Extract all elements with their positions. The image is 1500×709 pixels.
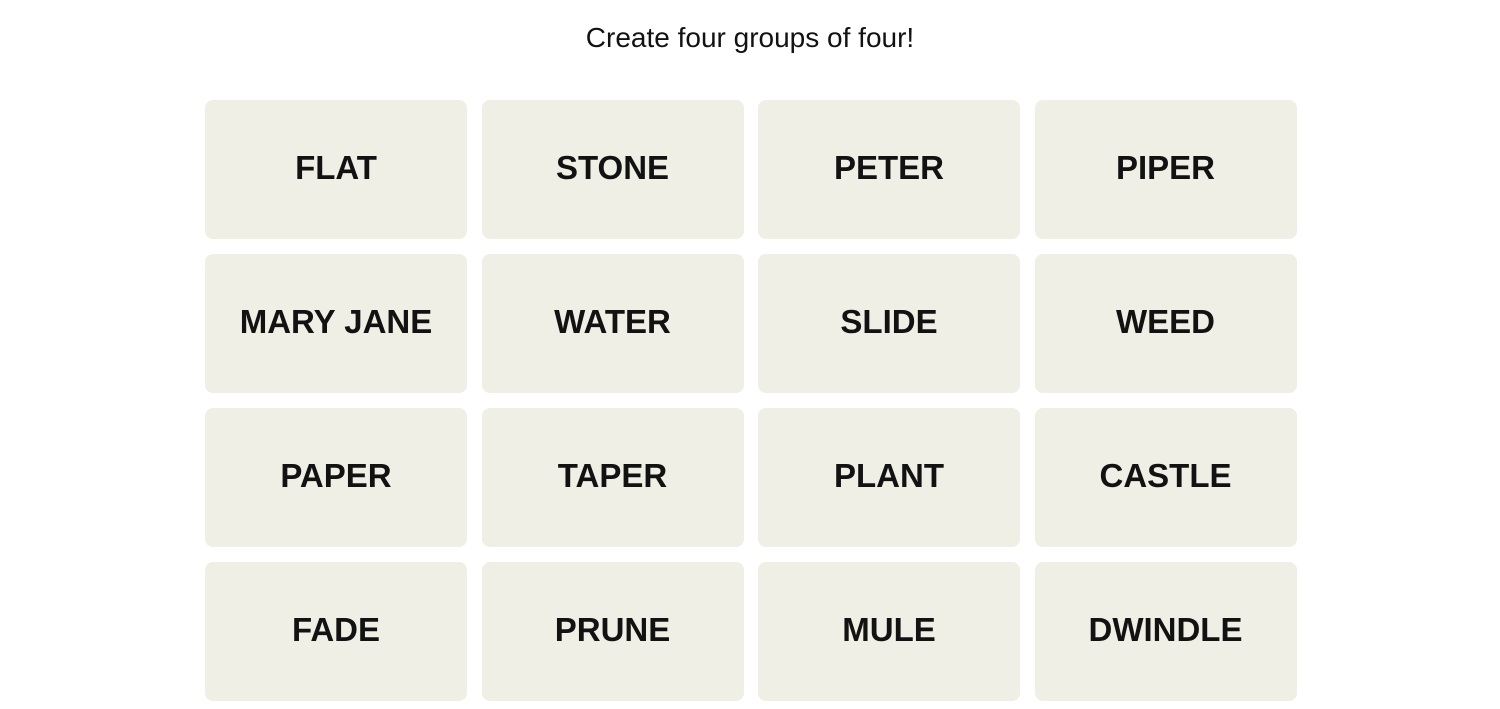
- word-tile[interactable]: DWINDLE: [1034, 562, 1297, 701]
- word-tile[interactable]: SLIDE: [758, 254, 1020, 393]
- word-tile[interactable]: PIPER: [1034, 100, 1297, 239]
- word-grid: FLAT STONE PETER PIPER MARY JANE WATER S…: [205, 100, 1297, 701]
- word-tile[interactable]: WATER: [481, 254, 744, 393]
- word-tile[interactable]: PRUNE: [481, 562, 744, 701]
- word-tile[interactable]: MULE: [758, 562, 1020, 701]
- word-tile[interactable]: WEED: [1034, 254, 1297, 393]
- word-tile[interactable]: PLANT: [758, 408, 1020, 547]
- word-tile[interactable]: CASTLE: [1034, 408, 1297, 547]
- word-tile[interactable]: FADE: [205, 562, 467, 701]
- word-tile[interactable]: TAPER: [481, 408, 744, 547]
- word-tile[interactable]: MARY JANE: [205, 254, 467, 393]
- word-tile[interactable]: STONE: [481, 100, 744, 239]
- word-tile[interactable]: FLAT: [205, 100, 467, 239]
- word-tile[interactable]: PAPER: [205, 408, 467, 547]
- game-instructions: Create four groups of four!: [585, 22, 915, 53]
- word-tile[interactable]: PETER: [758, 100, 1020, 239]
